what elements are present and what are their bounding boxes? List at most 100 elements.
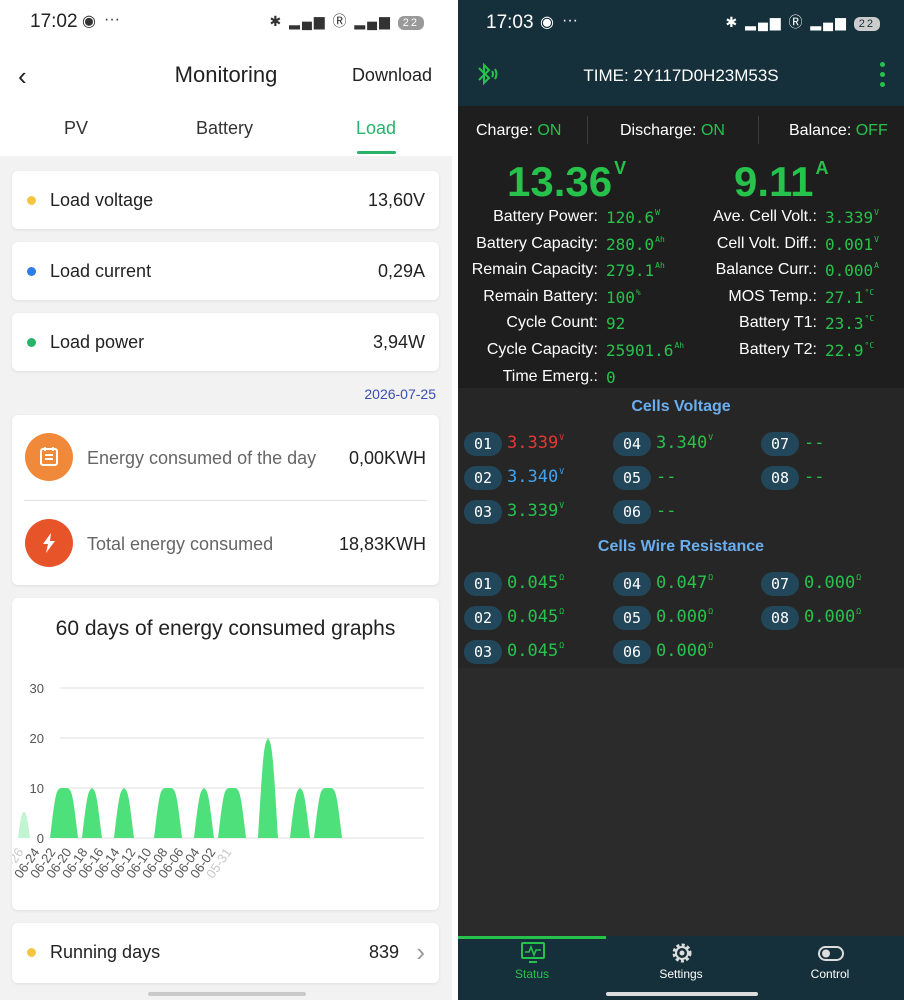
param-number: 0.000 bbox=[825, 261, 874, 281]
param-value: 120.6W bbox=[606, 208, 660, 227]
param-number: 100 bbox=[606, 287, 635, 307]
metric-label: Load voltage bbox=[50, 190, 154, 210]
charge-state: Charge: ON bbox=[476, 122, 561, 140]
cell-value: 0.045Ω bbox=[507, 641, 564, 661]
param-number: 0 bbox=[606, 367, 616, 387]
y-tick-label: 20 bbox=[30, 731, 44, 746]
param-label: Cycle Count: bbox=[506, 314, 598, 332]
area-segment bbox=[50, 788, 78, 838]
param-unit: W bbox=[655, 208, 660, 217]
param-value: 0 bbox=[606, 368, 617, 387]
home-indicator bbox=[148, 992, 306, 996]
param-value: 280.0Ah bbox=[606, 235, 665, 254]
download-button[interactable]: Download bbox=[352, 65, 432, 86]
cell-number: -- bbox=[656, 467, 677, 487]
status-time: 17:03 bbox=[486, 12, 534, 33]
param-value: 22.9°C bbox=[825, 341, 874, 360]
runtime-label: TIME: 2Y117D0H23M53S bbox=[583, 66, 779, 85]
cell-number-badge: 05 bbox=[613, 466, 651, 490]
balance-state: Balance: OFF bbox=[789, 122, 888, 140]
messenger-icon: ◉ bbox=[82, 13, 96, 30]
param-value: 100% bbox=[606, 288, 641, 307]
divider bbox=[24, 500, 427, 501]
cell-unit: Ω bbox=[856, 607, 862, 616]
param-unit: °C bbox=[864, 287, 875, 297]
cell-unit: V bbox=[559, 467, 565, 476]
nav-status[interactable]: Status bbox=[458, 936, 606, 1000]
cell-number: 0.045 bbox=[507, 573, 559, 593]
cells-voltage-title: Cells Voltage bbox=[631, 398, 731, 415]
discharge-value: ON bbox=[700, 122, 725, 139]
area-segment bbox=[114, 788, 134, 838]
calendar-icon bbox=[25, 433, 73, 481]
cell-number: 0.000 bbox=[804, 607, 856, 627]
cell-value: -- bbox=[656, 501, 677, 521]
nav-settings[interactable]: Settings bbox=[607, 936, 755, 1000]
cell-value: 3.339V bbox=[507, 501, 564, 521]
running-days-label: Running days bbox=[50, 942, 161, 962]
param-number: 23.3 bbox=[825, 314, 864, 334]
param-label: MOS Temp.: bbox=[728, 287, 817, 305]
cell-value: 0.047Ω bbox=[656, 573, 713, 593]
chevron-right-icon[interactable]: › bbox=[416, 937, 425, 968]
monitoring-screen: 17:02 ◉ ··· ✱ ▂▄▆ Ⓡ ▂▄▆ 22 ‹ Monitoring … bbox=[0, 0, 452, 1000]
load-current-card: Load current 0,29A bbox=[12, 242, 439, 300]
signal-icon: ▂▄▆ bbox=[354, 13, 392, 29]
status-bar: 17:03 ◉ ··· ✱ ▂▄▆ Ⓡ ▂▄▆ 22 bbox=[458, 0, 904, 44]
cell-number: 3.340 bbox=[507, 467, 559, 487]
param-value: 23.3°C bbox=[825, 314, 874, 333]
green-dot-icon bbox=[27, 338, 36, 347]
separator bbox=[587, 116, 588, 144]
signal-icon: ▂▄▆ bbox=[745, 14, 783, 30]
metric-value: 0,29A bbox=[377, 261, 425, 281]
cell-value: 0.000Ω bbox=[656, 641, 713, 661]
battery-icon: 22 bbox=[397, 16, 424, 30]
cell-number-badge: 03 bbox=[464, 640, 502, 664]
metric-label: Load current bbox=[50, 261, 152, 281]
tab-battery[interactable]: Battery bbox=[196, 118, 253, 139]
cell-value: 0.000Ω bbox=[656, 607, 713, 627]
cell-value: 3.340V bbox=[507, 467, 564, 487]
selected-date[interactable]: 2026-07-25 bbox=[364, 386, 436, 402]
tab-pv[interactable]: PV bbox=[64, 118, 88, 139]
param-number: 22.9 bbox=[825, 341, 864, 360]
cell-number-badge: 03 bbox=[464, 500, 502, 524]
energy-area-chart[interactable]: 010203005-2606-2406-2206-2006-1806-1606-… bbox=[12, 676, 439, 906]
param-label: Cycle Capacity: bbox=[486, 341, 598, 358]
param-label: Ave. Cell Volt.: bbox=[713, 208, 817, 225]
gear-icon bbox=[672, 943, 692, 963]
param-value: 3.339V bbox=[825, 208, 879, 227]
metric-value: 3,94W bbox=[372, 332, 425, 352]
tab-load[interactable]: Load bbox=[356, 118, 396, 139]
param-number: 120.6 bbox=[606, 208, 655, 227]
monitor-icon bbox=[521, 942, 545, 963]
param-unit: Ah bbox=[655, 234, 665, 244]
nav-control[interactable]: Control bbox=[756, 936, 904, 1000]
cell-number-badge: 07 bbox=[761, 572, 799, 596]
param-value: 279.1Ah bbox=[606, 261, 665, 280]
cell-value: 0.000Ω bbox=[804, 573, 861, 593]
cell-unit: V bbox=[559, 433, 565, 442]
param-value: 0.001V bbox=[825, 235, 879, 254]
toggle-icon bbox=[818, 946, 844, 961]
bluetooth-icon: ✱ bbox=[725, 14, 740, 30]
balance-value: OFF bbox=[855, 122, 888, 139]
more-notifications-icon: ··· bbox=[562, 12, 578, 29]
cell-value: 0.045Ω bbox=[507, 607, 564, 627]
cell-number-badge: 02 bbox=[464, 466, 502, 490]
header: ‹ Monitoring Download PV Battery Load bbox=[0, 44, 452, 156]
param-label: Cell Volt. Diff.: bbox=[716, 234, 817, 252]
voltage-unit: V bbox=[614, 158, 627, 178]
cell-number: -- bbox=[656, 501, 677, 521]
running-days-card[interactable]: Running days 839 › bbox=[12, 923, 439, 983]
param-label: Battery Power: bbox=[493, 208, 598, 225]
battery-icon: 22 bbox=[853, 17, 880, 31]
cell-value: -- bbox=[656, 467, 677, 487]
energy-day-value: 0,00KWH bbox=[348, 448, 426, 468]
charge-value: ON bbox=[537, 122, 562, 139]
param-value: 25901.6Ah bbox=[606, 341, 684, 360]
cell-value: 3.339V bbox=[507, 433, 564, 453]
voltage-value: 13.36 bbox=[507, 158, 613, 205]
lightning-icon bbox=[25, 519, 73, 567]
more-menu-icon[interactable] bbox=[880, 62, 886, 90]
